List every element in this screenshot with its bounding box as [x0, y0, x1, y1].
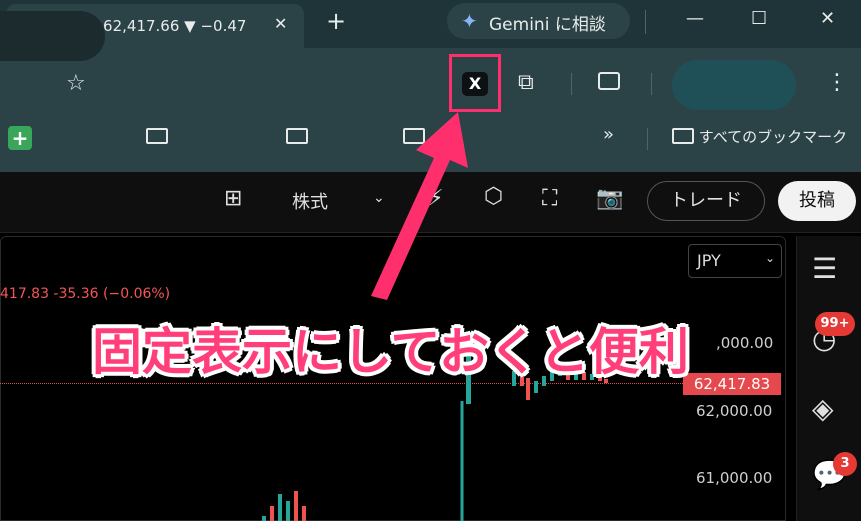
- candle-group-low: [262, 491, 306, 521]
- gemini-button[interactable]: ✦ Gemini に相談: [447, 3, 630, 39]
- gemini-sparkle-icon: ✦: [461, 9, 478, 33]
- all-bookmarks-label: すべてのブックマーク: [698, 128, 848, 146]
- market-select[interactable]: 株式: [292, 188, 328, 214]
- bookmark-folder-2[interactable]: [286, 126, 308, 146]
- minimize-button[interactable]: —: [686, 8, 704, 29]
- currency-label: JPY: [697, 251, 721, 270]
- close-window-button[interactable]: ✕: [820, 8, 835, 29]
- settings-hexagon-icon[interactable]: ⬡: [484, 184, 503, 209]
- maximize-button[interactable]: ☐: [751, 8, 767, 29]
- annotation-caption: 固定表示にしておくと便利: [92, 323, 689, 381]
- trade-button[interactable]: トレード: [647, 181, 765, 221]
- extensions-puzzle-icon[interactable]: ⧉: [518, 70, 534, 95]
- alert-icon[interactable]: ⚡: [428, 186, 443, 211]
- watchlist-icon[interactable]: ☰: [812, 252, 837, 285]
- divider: [651, 73, 652, 95]
- y-axis-label: 61,000.00: [696, 469, 773, 487]
- bookmark-folder-1[interactable]: [146, 126, 168, 146]
- y-axis-label: 62,000.00: [696, 402, 773, 420]
- page-search-icon[interactable]: [598, 72, 620, 90]
- chat-badge: 3: [833, 452, 857, 476]
- tab-close-icon[interactable]: ✕: [274, 14, 287, 33]
- folder-icon: [286, 128, 308, 144]
- fullscreen-icon[interactable]: ⛶: [542, 186, 557, 211]
- currency-select[interactable]: JPY ⌄: [688, 244, 782, 278]
- chevron-down-icon[interactable]: ⌄: [373, 190, 385, 206]
- layers-icon[interactable]: ◈: [812, 392, 834, 425]
- layout-grid-icon[interactable]: ⊞: [224, 186, 242, 211]
- camera-icon[interactable]: 📷: [596, 186, 623, 211]
- notifications-badge: 99+: [815, 312, 855, 336]
- address-bar[interactable]: [0, 11, 105, 61]
- profile-button[interactable]: [672, 60, 796, 110]
- chevron-down-icon: ⌄: [764, 251, 775, 265]
- last-price-tag: 62,417.83: [683, 373, 781, 395]
- folder-icon: [403, 128, 425, 144]
- divider: [645, 10, 646, 34]
- folder-icon: [146, 128, 168, 144]
- y-axis-label: ,000.00: [716, 334, 774, 352]
- bookmark-folder-3[interactable]: [403, 126, 425, 146]
- folder-icon: [672, 128, 694, 144]
- bookmark-sheets-icon[interactable]: +: [8, 126, 32, 150]
- bookmarks-overflow-icon[interactable]: »: [603, 124, 614, 145]
- divider: [647, 128, 648, 150]
- new-tab-button[interactable]: +: [326, 7, 346, 35]
- all-bookmarks-button[interactable]: すべてのブックマーク: [672, 126, 847, 147]
- bookmark-star-icon[interactable]: ☆: [66, 71, 86, 96]
- pinned-extension-icon[interactable]: X: [462, 72, 488, 96]
- post-button[interactable]: 投稿: [778, 181, 856, 221]
- more-menu-icon[interactable]: ⋮: [826, 70, 848, 95]
- gemini-label: Gemini に相談: [489, 15, 606, 35]
- divider: [571, 73, 572, 95]
